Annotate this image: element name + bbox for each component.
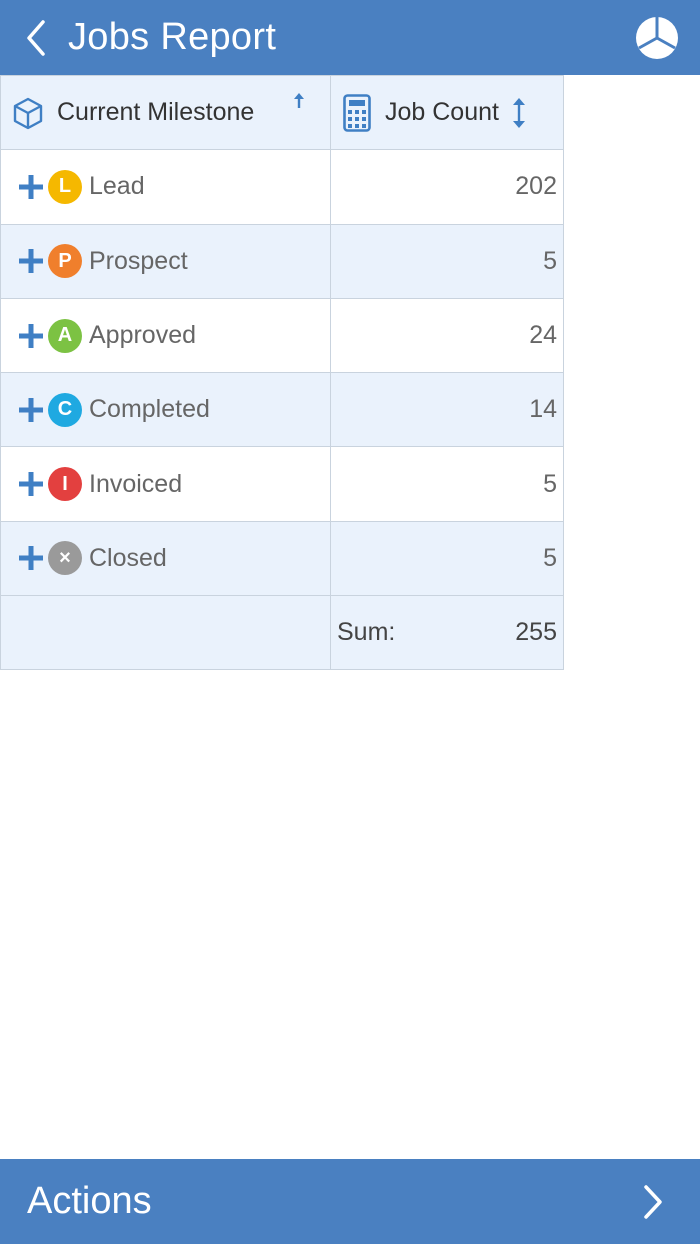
milestone-label: Invoiced: [89, 469, 183, 498]
job-count-cell: 14: [330, 372, 564, 448]
milestone-cell: A Approved: [0, 297, 331, 374]
top-bar: Jobs Report: [0, 0, 700, 75]
milestone-label: Lead: [89, 172, 145, 201]
table-row[interactable]: P Prospect 5: [0, 223, 564, 299]
back-button[interactable]: [14, 14, 58, 62]
expand-plus-icon[interactable]: [18, 471, 44, 497]
sum-empty-cell: [0, 595, 331, 671]
column-label-job-count: Job Count: [385, 98, 499, 127]
sum-cell: Sum: 255: [330, 595, 564, 671]
cube-icon: [13, 97, 43, 129]
sort-both-icon[interactable]: [511, 96, 527, 130]
milestone-cell: P Prospect: [0, 223, 331, 299]
column-header-milestone[interactable]: Current Milestone: [0, 74, 331, 151]
calculator-icon: [343, 93, 371, 132]
sum-value: 255: [515, 618, 557, 647]
table-row[interactable]: A Approved 24: [0, 297, 564, 374]
actions-bar[interactable]: Actions: [0, 1159, 700, 1244]
milestone-badge-closed: ×: [48, 541, 82, 576]
table-row[interactable]: × Closed 5: [0, 520, 564, 597]
table-header-row: Current Milestone Job Count: [0, 74, 564, 151]
actions-label: Actions: [27, 1180, 152, 1222]
milestone-label: Closed: [89, 543, 167, 572]
table-row[interactable]: C Completed 14: [0, 372, 564, 448]
milestone-label: Completed: [89, 395, 210, 424]
milestone-badge-prospect: P: [48, 244, 82, 279]
sort-ascending-icon[interactable]: [292, 92, 306, 114]
milestone-cell: I Invoiced: [0, 446, 331, 522]
job-count-cell: 202: [330, 149, 564, 225]
milestone-badge-invoiced: I: [48, 467, 82, 502]
expand-plus-icon[interactable]: [18, 397, 44, 423]
expand-plus-icon[interactable]: [18, 545, 44, 571]
chevron-right-icon: [644, 1185, 662, 1219]
expand-plus-icon[interactable]: [18, 174, 44, 200]
milestone-badge-lead: L: [48, 169, 82, 204]
table-row[interactable]: I Invoiced 5: [0, 446, 564, 522]
milestone-label: Approved: [89, 321, 197, 350]
page-title: Jobs Report: [68, 16, 277, 58]
chart-button[interactable]: [634, 15, 680, 61]
milestone-label: Prospect: [89, 246, 188, 275]
milestone-cell: C Completed: [0, 372, 331, 448]
job-count-cell: 5: [330, 446, 564, 522]
milestone-cell: × Closed: [0, 520, 331, 597]
expand-plus-icon[interactable]: [18, 323, 44, 349]
job-count-cell: 5: [330, 223, 564, 299]
sum-label: Sum:: [337, 618, 396, 647]
column-label-milestone: Current Milestone: [57, 98, 255, 127]
table-row[interactable]: L Lead 202: [0, 149, 564, 225]
pie-chart-icon: [636, 17, 678, 59]
sum-row: Sum: 255: [0, 595, 564, 671]
milestone-cell: L Lead: [0, 149, 331, 225]
column-header-job-count[interactable]: Job Count: [330, 74, 564, 151]
chevron-left-icon: [27, 20, 45, 56]
job-count-cell: 24: [330, 297, 564, 374]
job-count-cell: 5: [330, 520, 564, 597]
report-table: Current Milestone Job Count L Lead 202 P…: [0, 74, 564, 671]
milestone-badge-completed: C: [48, 392, 82, 427]
milestone-badge-approved: A: [48, 318, 82, 353]
expand-plus-icon[interactable]: [18, 248, 44, 274]
